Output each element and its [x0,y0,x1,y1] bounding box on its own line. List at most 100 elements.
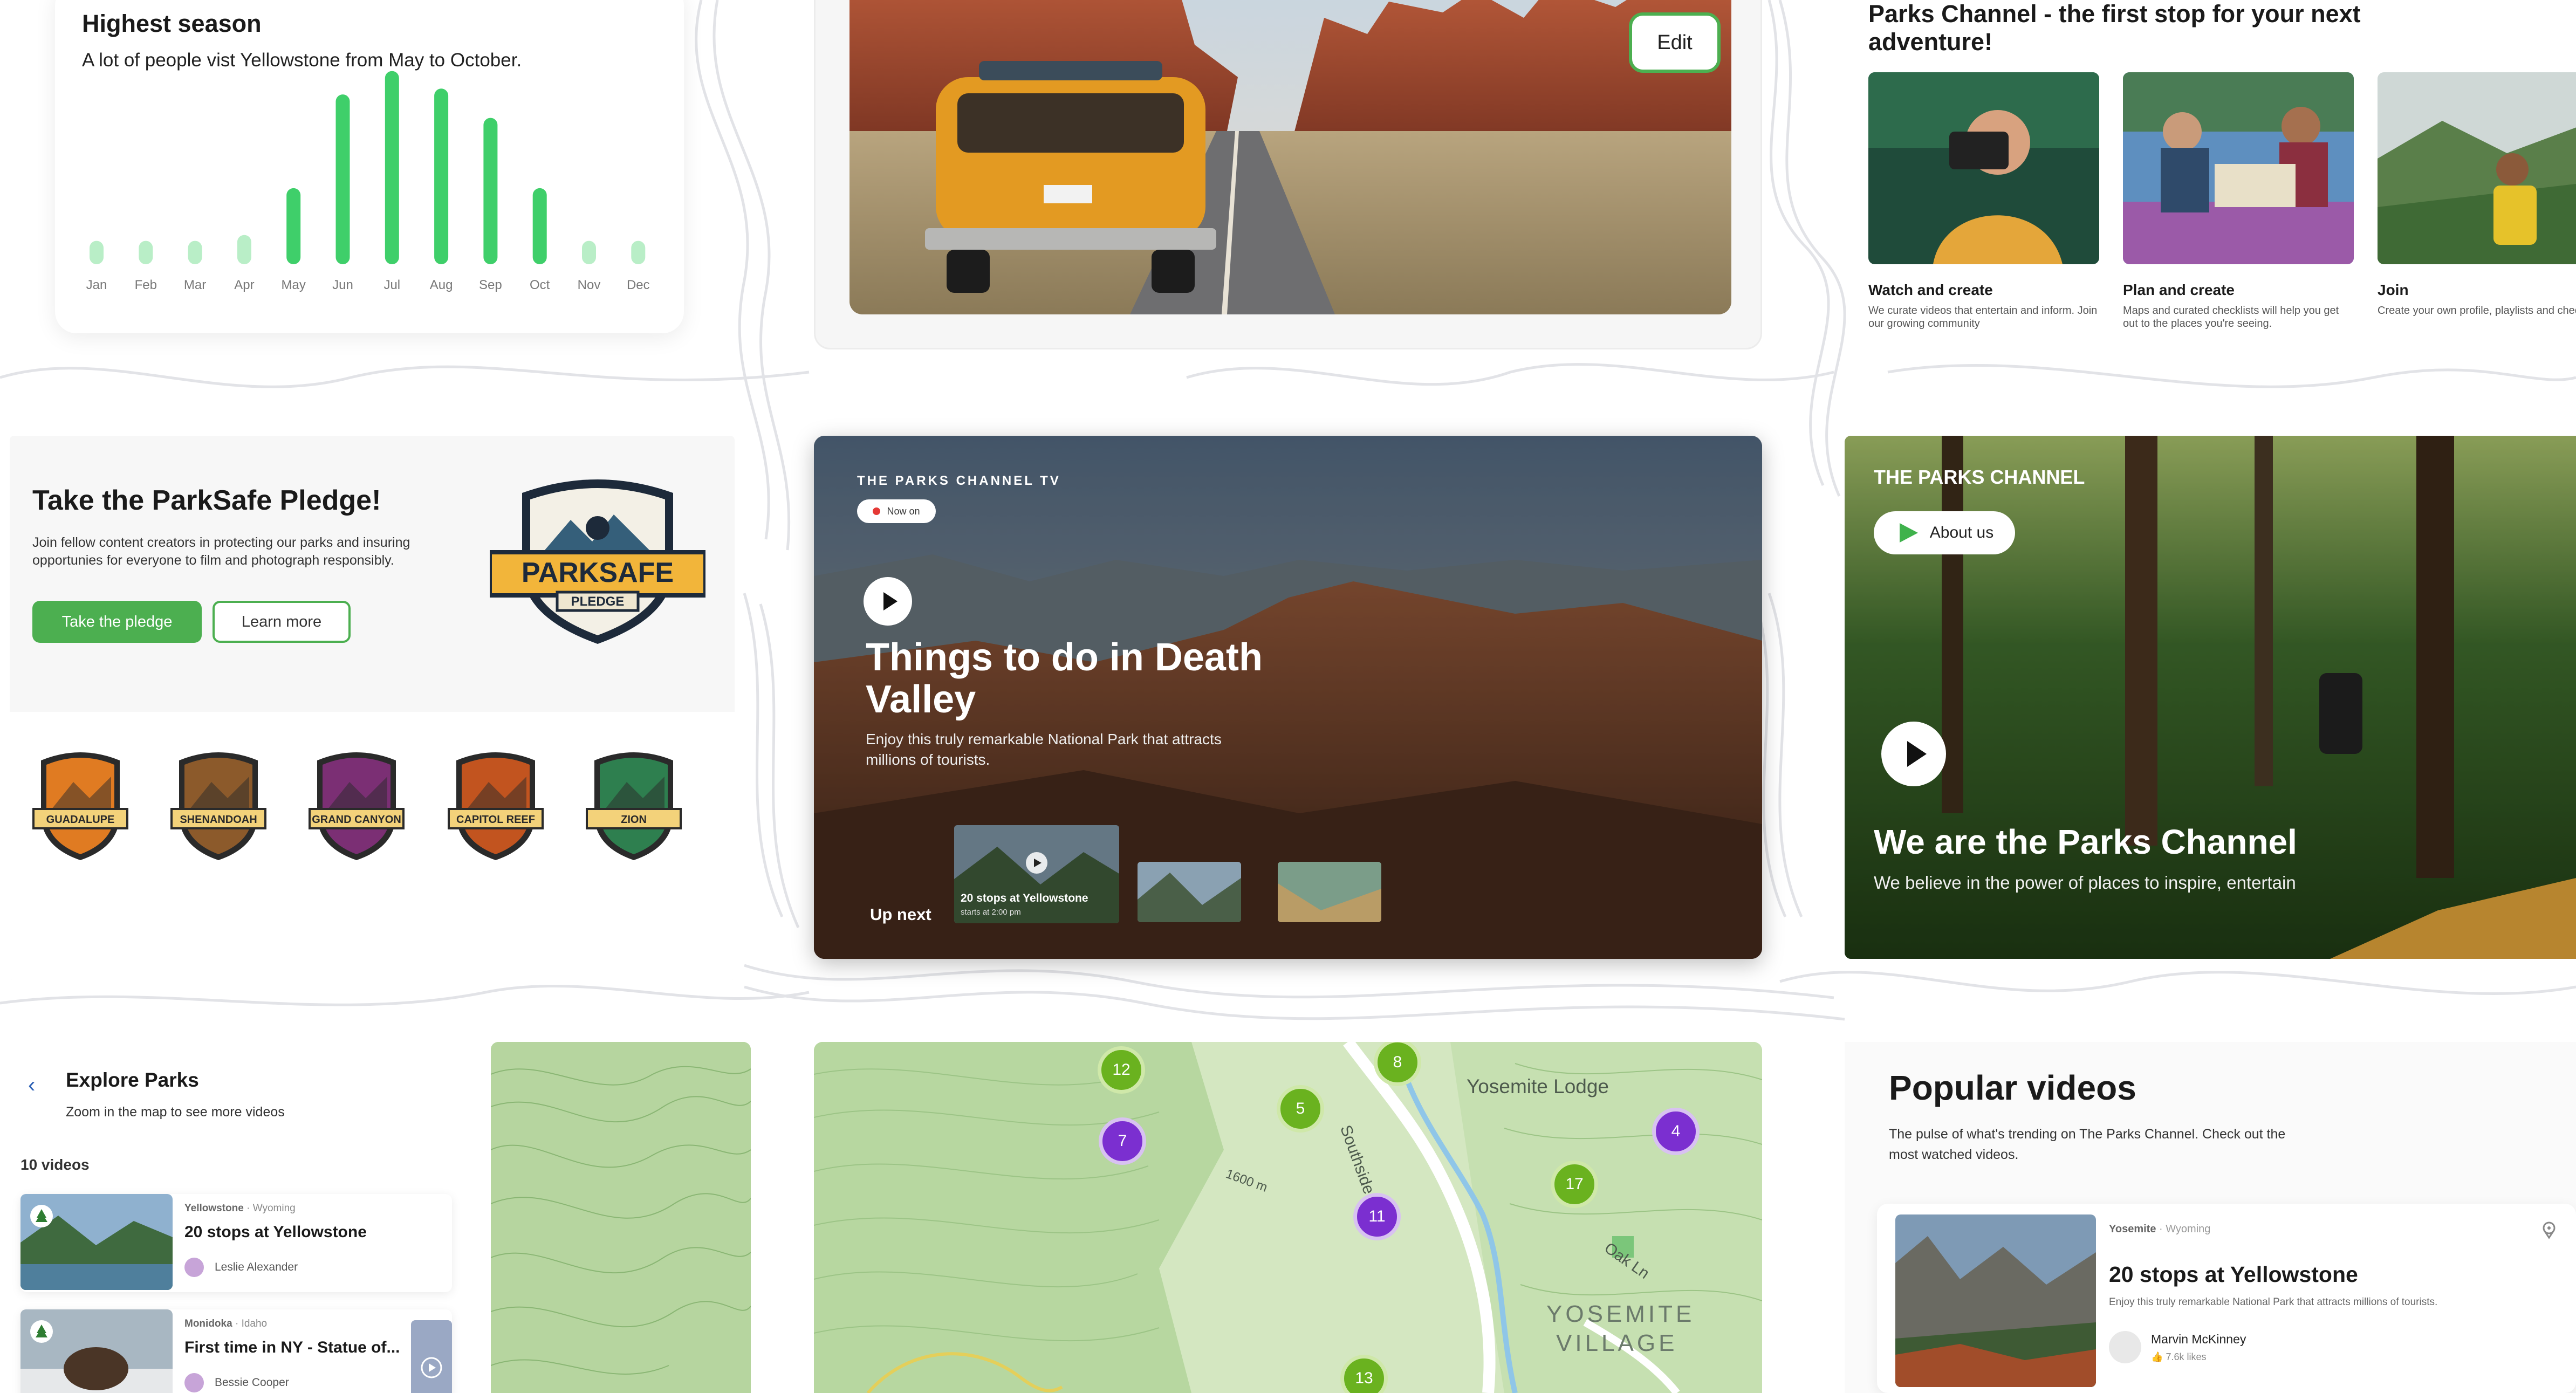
video-author: Bessie Cooper [215,1376,289,1389]
park-badge-icon[interactable]: ZION [584,750,684,866]
hero-title: Things to do in Death Valley [866,636,1263,721]
avatar [184,1373,204,1392]
hero-kicker: THE PARKS CHANNEL TV [857,474,1061,488]
map-cluster-marker[interactable]: 7 [1099,1117,1146,1165]
video-location: Monidoka · Idaho [184,1318,268,1329]
bar-jan [90,241,104,264]
intro-item-watch[interactable]: Watch and create We curate videos that e… [1868,72,2099,330]
terrain-map-left[interactable] [491,1042,751,1393]
bar-jul [385,71,399,264]
video-thumbnail [1895,1214,2096,1387]
back-chevron-icon[interactable]: ‹ [28,1073,35,1097]
likes-label: 7.6k likes [2166,1351,2207,1362]
badge-sub: PLEDGE [571,594,625,609]
svg-text:ZION: ZION [621,814,647,826]
video-list-item[interactable]: Yellowstone · Wyoming 20 stops at Yellow… [20,1194,452,1292]
map-cluster-marker[interactable]: 12 [1098,1046,1145,1094]
take-pledge-button[interactable]: Take the pledge [32,601,202,643]
video-thumbnail [20,1309,173,1393]
popular-video-card[interactable]: Yosemite · Wyoming 20 stops at Yellowsto… [1877,1204,2576,1393]
thumb-caption: 20 stops at Yellowstone [961,892,1088,904]
up-next-thumb-2[interactable] [1138,862,1241,922]
up-next-thumb-1[interactable]: 20 stops at Yellowstone starts at 2:00 p… [954,825,1119,923]
bar-oct [532,188,547,264]
video-location: Yellowstone · Wyoming [184,1203,296,1214]
video-location: Yosemite · Wyoming [2109,1223,2211,1235]
play-circle-icon [421,1357,442,1378]
avatar [184,1258,204,1277]
up-next-thumb-3[interactable] [1278,862,1381,922]
video-thumbnail [20,1194,173,1290]
video-list-item[interactable]: Monidoka · Idaho First time in NY - Stat… [20,1309,452,1393]
about-channel-card[interactable]: THE PARKS CHANNEL About us We are the Pa… [1845,436,2576,959]
tick-label-nov: Nov [578,278,601,292]
hero-play-button[interactable] [864,577,912,626]
thumbs-up-icon: 👍 [2151,1351,2163,1362]
badge-text: PARKSAFE [522,557,674,588]
pledge-description: Join fellow content creators in protecti… [32,535,410,568]
now-on-label: Now on [887,505,920,517]
road-trip-photo [849,0,1731,314]
tick-label-dec: Dec [627,278,650,292]
picnic-photo [2123,72,2354,264]
play-icon [883,592,898,610]
explore-title: Explore Parks [66,1069,199,1091]
bar-feb [139,241,153,264]
video-title: 20 stops at Yellowstone [2109,1262,2358,1287]
map-cluster-marker[interactable]: 17 [1551,1161,1598,1208]
intro-item-desc: Maps and curated checklists will help yo… [2123,305,2339,330]
svg-text:CAPITOL REEF: CAPITOL REEF [456,814,535,826]
map-cluster-marker[interactable]: 5 [1277,1085,1324,1133]
tick-label-mar: Mar [184,278,206,292]
avatar [2109,1331,2141,1363]
about-us-button[interactable]: About us [1874,511,2015,554]
park-name: Monidoka [184,1318,232,1329]
pledge-title: Take the ParkSafe Pledge! [32,485,381,516]
map-cluster-marker[interactable]: 4 [1652,1108,1700,1155]
play-side-button[interactable] [411,1320,452,1393]
bar-mar [188,241,202,264]
intro-item-label: Watch and create [1868,282,1993,298]
about-play-button[interactable] [1881,722,1946,786]
tick-label-jun: Jun [332,278,353,292]
monthly-visitors-bar-chart: Jan Feb Mar Apr May Jun Jul Aug Sep Oct Nov Dec [86,71,650,292]
yosemite-cluster-map[interactable]: Yosemite Lodge Southside Dr Oak Ln YOSEM… [814,1042,1762,1393]
tick-label-jan: Jan [86,278,107,292]
tree-pin-icon [30,1205,53,1227]
learn-more-button[interactable]: Learn more [213,601,351,643]
channel-intro-section: Parks Channel - the first stop for your … [1855,0,2576,345]
map-label-lodge: Yosemite Lodge [1467,1075,1609,1097]
bar-aug [434,88,449,265]
map-label-village-1: YOSEMITE [1546,1301,1695,1327]
intro-item-join[interactable]: Join Create your own profile, playlists … [2378,72,2576,317]
about-title: We are the Parks Channel [1874,822,2297,861]
parksafe-pledge-card: Take the ParkSafe Pledge! Join fellow co… [10,436,735,980]
tick-label-feb: Feb [135,278,157,292]
tick-label-aug: Aug [430,278,453,292]
tick-label-may: May [282,278,306,292]
play-logo-icon [1899,523,1918,543]
bar-jun [335,94,350,264]
park-badge-icon[interactable]: CAPITOL REEF [446,750,546,866]
park-badge-icon[interactable]: GUADALUPE [30,750,131,866]
svg-text:GRAND CANYON: GRAND CANYON [312,814,401,826]
svg-text:GUADALUPE: GUADALUPE [46,814,115,826]
svg-text:SHENANDOAH: SHENANDOAH [180,814,257,826]
hero-description: Enjoy this truly remarkable National Par… [866,731,1222,768]
up-next-label: Up next [870,905,931,924]
edit-button[interactable]: Edit [1629,12,1721,73]
park-name: Yellowstone [184,1203,244,1214]
location-pin-icon[interactable] [2539,1220,2559,1239]
state-name: Wyoming [2166,1223,2211,1235]
about-kicker: THE PARKS CHANNEL [1874,466,2085,488]
map-cluster-marker[interactable]: 11 [1353,1193,1401,1240]
park-badge-icon[interactable]: SHENANDOAH [168,750,269,866]
park-badge-icon[interactable]: GRAND CANYON [306,750,407,866]
featured-video-hero[interactable]: THE PARKS CHANNEL TV Now on Things to do… [814,436,1762,959]
state-name: Wyoming [252,1203,296,1214]
intro-item-plan[interactable]: Plan and create Maps and curated checkli… [2123,72,2354,330]
video-author: Leslie Alexander [215,1261,298,1273]
park-name: Yosemite [2109,1223,2156,1235]
video-title: 20 stops at Yellowstone [184,1223,367,1241]
popular-title: Popular videos [1889,1068,2136,1107]
